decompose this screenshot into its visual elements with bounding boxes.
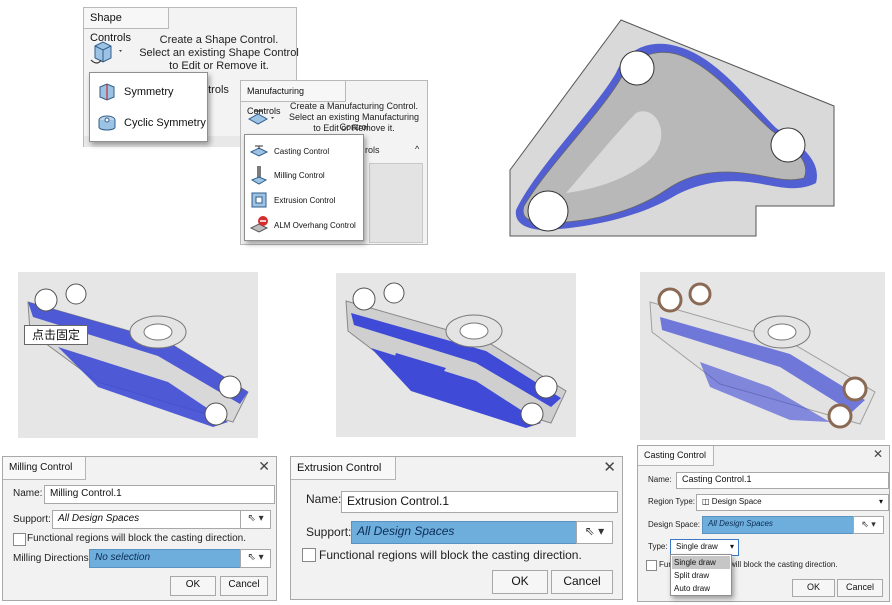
cyclic-symmetry-icon <box>98 115 116 131</box>
extrusion-dialog-title: Extrusion Control <box>291 457 396 480</box>
milling-name-field[interactable]: Milling Control.1 <box>44 485 275 504</box>
menu-item-milling-control[interactable]: Milling Control <box>245 163 363 187</box>
type-option-single-draw[interactable]: Single draw <box>672 556 730 569</box>
extrusion-part-render <box>345 282 567 428</box>
extrusion-dialog-close-icon[interactable]: ✕ <box>603 458 616 476</box>
shape-control-hint-2: Select an existing Shape Control <box>139 47 299 59</box>
casting-control-dialog: Casting Control ✕ Name: Casting Control.… <box>637 445 890 602</box>
shape-control-create-button[interactable] <box>89 38 129 66</box>
manufacturing-controls-section-label: rols <box>365 145 380 155</box>
extrusion-ok-button[interactable]: OK <box>492 570 548 594</box>
manufacturing-control-hint-3: to Edit or Remove it. <box>313 123 395 133</box>
casting-region-type-value: Design Space <box>711 497 762 506</box>
casting-type-chevron-down-icon: ▾ <box>729 542 734 551</box>
menu-item-casting-control-label: Casting Control <box>274 146 330 156</box>
menu-item-extrusion-control-label: Extrusion Control <box>274 195 336 205</box>
milling-ok-button[interactable]: OK <box>170 576 216 596</box>
pin-tooltip[interactable]: 点击固定 <box>24 325 88 345</box>
milling-directions-label: Milling Directions: <box>13 553 92 564</box>
milling-control-dialog: Milling Control ✕ Name: Milling Control.… <box>2 456 277 601</box>
region-type-chevron-down-icon: ▾ <box>878 497 883 506</box>
menu-item-alm-overhang-control[interactable]: ALM Overhang Control <box>245 213 363 237</box>
extrusion-control-dialog: Extrusion Control ✕ Name: Extrusion Cont… <box>290 456 623 600</box>
milling-functional-regions-label: Functional regions will block the castin… <box>27 533 246 544</box>
milling-functional-regions-checkbox[interactable] <box>13 533 26 546</box>
part-view-extrusion <box>336 273 576 437</box>
extrusion-functional-regions-label: Functional regions will block the castin… <box>319 548 582 562</box>
type-option-split-draw[interactable]: Split draw <box>672 569 730 582</box>
shape-control-hint-3: to Edit or Remove it. <box>169 60 269 72</box>
manufacturing-control-icon <box>247 110 274 125</box>
symmetry-icon <box>99 83 115 101</box>
extrusion-name-field[interactable]: Extrusion Control.1 <box>341 491 618 513</box>
casting-control-icon <box>249 145 269 157</box>
casting-type-dropdown: Single draw Split draw Auto draw <box>670 554 732 596</box>
milling-part-render <box>27 283 249 427</box>
casting-type-label: Type: <box>648 542 668 551</box>
menu-item-cyclic-symmetry-label: Cyclic Symmetry <box>124 117 206 129</box>
extrusion-name-label: Name: <box>306 492 342 506</box>
milling-control-icon <box>250 166 268 185</box>
manufacturing-control-hint-1: Create a Manufacturing Control. <box>289 101 419 111</box>
type-option-auto-draw[interactable]: Auto draw <box>672 582 730 595</box>
casting-functional-regions-checkbox[interactable] <box>646 560 657 571</box>
milling-directions-field[interactable]: No selection <box>89 549 243 568</box>
casting-functional-regions-label-right: will block the casting direction. <box>730 560 838 569</box>
casting-ok-button[interactable]: OK <box>792 579 835 597</box>
part-view-casting <box>640 272 885 440</box>
casting-region-type-label: Region Type: <box>648 497 695 506</box>
casting-dialog-title: Casting Control <box>638 446 714 466</box>
shape-controls-menu: Symmetry Cyclic Symmetry <box>89 72 208 142</box>
milling-dialog-close-icon[interactable]: ✕ <box>258 458 270 475</box>
pin-tooltip-text: 点击固定 <box>31 328 80 342</box>
casting-part-render <box>649 282 876 429</box>
casting-region-type-select[interactable]: ◫ Design Space ▾ <box>696 494 889 511</box>
menu-item-extrusion-control[interactable]: Extrusion Control <box>245 188 363 212</box>
casting-design-space-label: Design Space: <box>648 520 701 529</box>
milling-support-label: Support: <box>13 514 51 525</box>
shape-control-icon <box>90 41 122 64</box>
extrusion-support-field[interactable]: All Design Spaces <box>351 521 578 544</box>
topology-2d-part-view <box>509 19 835 237</box>
part-view-milling <box>18 272 258 438</box>
casting-name-label: Name: <box>648 475 672 484</box>
manufacturing-controls-menu: Casting Control Milling Control Extrusio… <box>244 134 364 241</box>
section-collapse-icon[interactable]: ^ <box>415 144 419 154</box>
region-type-icon: ◫ <box>702 497 710 506</box>
menu-item-symmetry[interactable]: Symmetry <box>90 78 207 106</box>
menu-item-alm-overhang-control-label: ALM Overhang Control <box>274 220 356 230</box>
milling-dialog-title: Milling Control <box>3 457 86 480</box>
extrusion-support-picker-button[interactable]: ⇖ ▾ <box>576 521 613 544</box>
milling-directions-picker-button[interactable]: ⇖ ▾ <box>240 549 271 568</box>
shape-control-hint-1: Create a Shape Control. <box>159 34 279 46</box>
extrusion-control-icon <box>251 192 267 208</box>
casting-cancel-button[interactable]: Cancel <box>837 579 883 597</box>
milling-support-field[interactable]: All Design Spaces <box>52 510 244 529</box>
alm-overhang-icon <box>249 216 269 233</box>
shape-controls-tab[interactable]: Shape Controls <box>84 8 169 44</box>
menu-item-casting-control[interactable]: Casting Control <box>245 139 363 163</box>
extrusion-support-label: Support: <box>306 525 352 539</box>
manufacturing-controls-tab[interactable]: Manufacturing Controls <box>241 81 346 116</box>
extrusion-cancel-button[interactable]: Cancel <box>551 570 613 594</box>
manufacturing-panel-lower <box>369 163 423 243</box>
casting-design-space-picker-button[interactable]: ⇖ ▾ <box>853 516 884 534</box>
manufacturing-control-create-button[interactable] <box>246 105 280 131</box>
menu-item-milling-control-label: Milling Control <box>274 170 325 180</box>
casting-design-space-field[interactable]: All Design Spaces <box>702 516 857 534</box>
casting-name-field[interactable]: Casting Control.1 <box>676 472 889 489</box>
extrusion-functional-regions-checkbox[interactable] <box>302 548 316 562</box>
casting-dialog-close-icon[interactable]: ✕ <box>873 447 883 461</box>
milling-cancel-button[interactable]: Cancel <box>220 576 268 596</box>
menu-item-symmetry-label: Symmetry <box>124 86 174 98</box>
casting-type-value: Single draw <box>676 542 718 551</box>
menu-item-cyclic-symmetry[interactable]: Cyclic Symmetry <box>90 109 207 137</box>
milling-support-picker-button[interactable]: ⇖ ▾ <box>240 510 271 529</box>
milling-name-label: Name: <box>13 488 43 499</box>
